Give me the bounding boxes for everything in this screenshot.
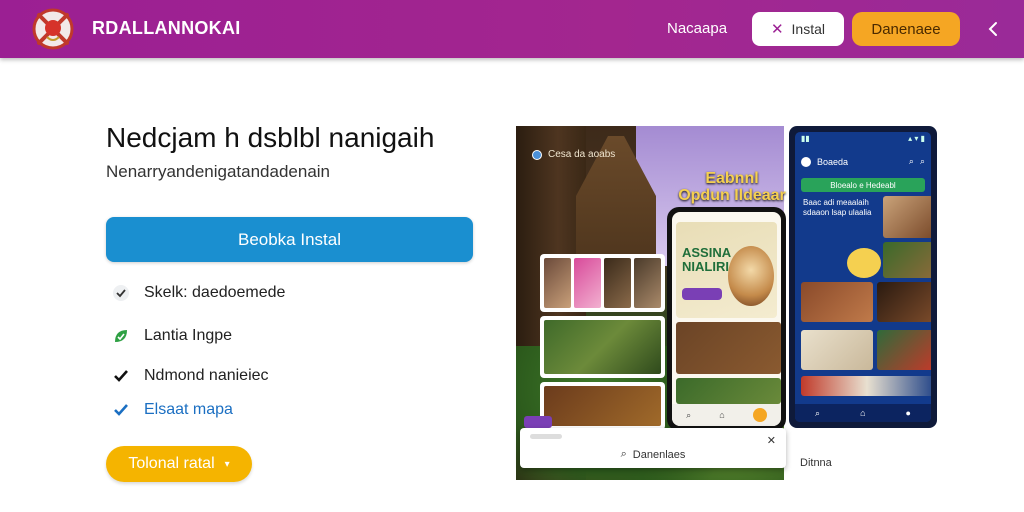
profile-icon[interactable]: ● [906,408,911,418]
logo-emblem-icon[interactable] [30,7,76,51]
hero-pill-button[interactable] [682,288,722,300]
hero-line: ASSINA [682,245,732,260]
tile-photo[interactable] [801,282,873,322]
popup-tag [524,416,552,428]
search-icon[interactable]: ⌕ [920,156,925,167]
search-icon[interactable]: ⌕ [815,408,820,419]
gallery-photo [544,258,571,308]
tile-photo[interactable] [801,376,931,396]
bottom-nav: ⌕ ⌂ ● [795,404,931,422]
feature-item[interactable]: Elsaat mapa [112,401,233,419]
share-icon[interactable] [984,18,1002,40]
tile-photo[interactable] [877,282,931,322]
app-logo-icon [801,156,811,167]
leaf-check-icon [112,327,130,345]
check-icon [112,401,130,419]
donate-button[interactable]: Danenaee [852,12,960,46]
pin-icon [532,149,542,160]
search-icon: ⌕ [620,448,627,460]
status-bar: ▮▮ ▴ ▾ ▮ [801,134,925,143]
search-icon[interactable]: ⌕ [686,410,691,421]
tile-photo[interactable] [877,330,931,370]
phone-front-mockup: ASSINA NIALIRIA ⌕ ⌂ [667,207,786,431]
tile-photo[interactable] [676,322,781,374]
home-icon[interactable]: ⌂ [719,410,724,420]
scene-label: Cesa da aoabs [532,149,615,160]
feature-label: Lantia Ingpe [144,327,233,344]
header-install-button[interactable]: ✕ Instal [752,12,844,46]
intro-text: Baac adi meaalaih sdaaon lsap ulaalia [803,198,872,217]
feature-label: Skelk: daedoemede [144,284,286,301]
scene-label-text: Cesa da aoabs [548,149,616,160]
tile-photo[interactable] [676,378,781,404]
tab-bar[interactable]: Bloealo e Hedeabl [801,178,925,192]
tile-photo[interactable] [883,196,931,238]
feature-label: Elsaat mapa [144,401,233,418]
search-icon[interactable]: ⌕ [909,156,914,167]
home-icon[interactable]: ⌂ [860,408,865,418]
nature-card[interactable] [540,316,665,378]
scene-headline: Eabnnl Opdun Ildeaar [672,170,792,204]
brand-name[interactable]: RDALLANNOKAI [92,18,241,39]
headline-line: Opdun Ildeaar [678,187,786,204]
small-photo [544,386,661,426]
gallery-photo [604,258,631,308]
popup-search-label: Danenlaes [632,448,686,461]
popup-search[interactable]: ⌕ Danenlaes [520,448,786,461]
check-icon [112,367,130,385]
app-bar: Boaeda ⌕ ⌕ [801,156,925,167]
headline-line: Eabnnl [705,170,759,187]
mask-image [728,246,774,306]
close-x-icon: ✕ [770,21,784,38]
phone-back-mockup: ▮▮ ▴ ▾ ▮ Boaeda ⌕ ⌕ Bloealo e Hedeabl Baa… [789,126,937,428]
gallery-photo [634,258,661,308]
page-subtitle: Nenarryandenigatandadenain [106,162,331,181]
nav-link[interactable]: Nacaapa [667,20,727,37]
page-title: Nedcjam h dsblbl nanigaih [106,122,435,153]
tutorial-label: Tolonal ratal [128,455,215,472]
top-header: RDALLANNOKAI Nacaapa ✕ Instal Danenaee [0,0,1024,58]
check-icon [112,284,130,302]
app-title: Boaeda [817,156,849,167]
tile-photo[interactable] [847,248,881,278]
tutorial-button[interactable]: Tolonal ratal ▾ [106,446,252,482]
bottom-nav: ⌕ ⌂ [672,404,781,426]
close-icon[interactable]: ✕ [767,434,776,447]
tile-photo[interactable] [801,330,873,370]
caption: Ditnna [800,457,832,469]
profile-icon[interactable] [752,408,767,422]
feature-item: Lantia Ingpe [112,327,232,345]
feature-label: Ndmond nanieiec [144,367,269,384]
primary-install-button[interactable]: Beobka Instal [106,217,473,262]
search-popup[interactable]: ✕ ⌕ Danenlaes [520,428,786,468]
feature-item: Skelk: daedoemede [112,284,285,302]
drag-handle[interactable] [530,434,562,439]
small-card[interactable] [540,382,665,430]
nature-photo [544,320,661,374]
tile-photo[interactable] [883,242,931,278]
gallery-card[interactable] [540,254,665,312]
feature-item: Ndmond nanieiec [112,367,269,385]
chevron-down-icon: ▾ [224,458,230,470]
install-label: Instal [791,21,826,37]
gallery-photo [574,258,601,308]
